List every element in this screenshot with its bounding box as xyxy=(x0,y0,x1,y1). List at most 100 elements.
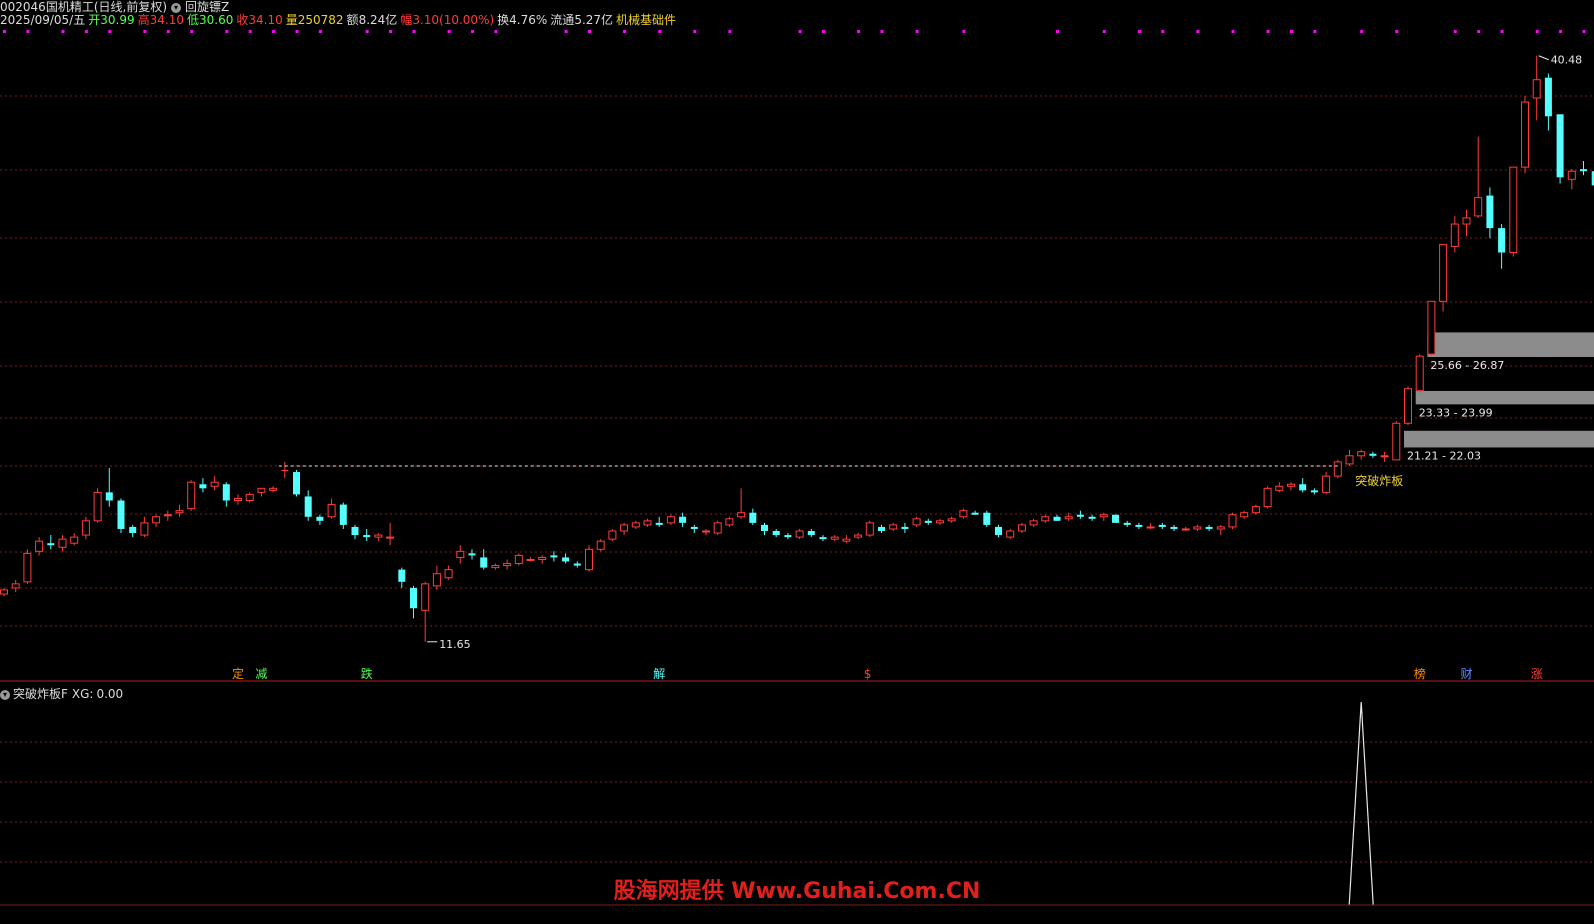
event-markers[interactable]: 定减 跌 解 $ 榜 财 涨 xyxy=(232,666,1543,681)
candle[interactable] xyxy=(819,535,827,542)
candle[interactable] xyxy=(281,461,289,479)
candle[interactable] xyxy=(1228,512,1237,529)
candle[interactable] xyxy=(1263,486,1272,509)
candle[interactable] xyxy=(1380,451,1389,462)
candle[interactable] xyxy=(1427,300,1436,357)
candle[interactable] xyxy=(807,528,815,538)
candle[interactable] xyxy=(526,557,535,562)
candle[interactable] xyxy=(339,502,347,529)
candle[interactable] xyxy=(210,476,219,491)
candle[interactable] xyxy=(129,524,137,538)
candle[interactable] xyxy=(514,553,523,566)
candle[interactable] xyxy=(1275,482,1284,493)
candle[interactable] xyxy=(690,524,698,534)
candle[interactable] xyxy=(1251,504,1260,515)
candle[interactable] xyxy=(1415,354,1424,393)
candle[interactable] xyxy=(187,480,196,511)
candle[interactable] xyxy=(1521,95,1529,174)
candle[interactable] xyxy=(1333,459,1342,479)
candle[interactable] xyxy=(585,545,593,572)
indicator-dropdown-icon[interactable]: ▾ xyxy=(0,689,10,700)
candle[interactable] xyxy=(11,579,20,592)
candle[interactable] xyxy=(573,561,581,568)
candle[interactable] xyxy=(737,488,746,519)
candle[interactable] xyxy=(1299,478,1307,493)
candle[interactable] xyxy=(1310,488,1318,495)
candle[interactable] xyxy=(596,539,605,552)
candle[interactable] xyxy=(1181,526,1190,531)
candle[interactable] xyxy=(1112,514,1119,523)
candle[interactable] xyxy=(947,516,956,523)
candle[interactable] xyxy=(608,528,617,542)
candle[interactable] xyxy=(643,518,652,527)
candle[interactable] xyxy=(631,520,640,529)
event-marker[interactable]: 定 xyxy=(232,666,244,681)
candle[interactable] xyxy=(304,490,312,521)
candle[interactable] xyxy=(1076,510,1084,519)
candle[interactable] xyxy=(1158,522,1166,529)
candle[interactable] xyxy=(199,478,207,493)
candle[interactable] xyxy=(901,522,909,534)
candle[interactable] xyxy=(1053,514,1061,521)
indicator-name[interactable]: 突破炸板F xyxy=(13,687,68,701)
candle[interactable] xyxy=(117,498,125,534)
candle[interactable] xyxy=(959,508,968,519)
candle[interactable] xyxy=(1580,161,1587,176)
event-marker[interactable]: 跌 xyxy=(361,666,373,681)
candle[interactable] xyxy=(269,486,278,493)
candle[interactable] xyxy=(245,492,254,503)
candle[interactable] xyxy=(374,533,383,542)
candle[interactable] xyxy=(1544,73,1552,131)
candle[interactable] xyxy=(878,524,885,534)
candle[interactable] xyxy=(456,545,465,564)
candle[interactable] xyxy=(163,510,172,521)
candle[interactable] xyxy=(679,512,687,527)
candle[interactable] xyxy=(234,494,242,505)
candle[interactable] xyxy=(550,551,558,562)
candle[interactable] xyxy=(444,565,453,580)
candle[interactable] xyxy=(713,520,722,536)
candle[interactable] xyxy=(1135,522,1143,529)
candle[interactable] xyxy=(386,522,395,546)
candle[interactable] xyxy=(1240,510,1249,519)
candle[interactable] xyxy=(842,535,851,544)
candle[interactable] xyxy=(854,533,863,540)
candle[interactable] xyxy=(1404,386,1412,426)
candle[interactable] xyxy=(1474,136,1483,218)
candle[interactable] xyxy=(666,514,675,525)
candle[interactable] xyxy=(1146,522,1155,529)
candle[interactable] xyxy=(830,535,839,542)
candle[interactable] xyxy=(327,498,336,519)
candle[interactable] xyxy=(971,510,979,515)
candle[interactable] xyxy=(702,528,710,536)
candle[interactable] xyxy=(35,537,44,556)
candle[interactable] xyxy=(152,514,161,527)
candle[interactable] xyxy=(398,567,406,588)
candle[interactable] xyxy=(924,518,932,525)
candle[interactable] xyxy=(432,565,441,590)
candle[interactable] xyxy=(1006,528,1015,540)
candle[interactable] xyxy=(105,467,113,507)
candle[interactable] xyxy=(503,559,512,570)
candle[interactable] xyxy=(620,522,629,536)
candle[interactable] xyxy=(257,487,266,497)
candle[interactable] xyxy=(795,528,804,540)
candle[interactable] xyxy=(1392,421,1401,461)
candle[interactable] xyxy=(175,504,184,517)
candle[interactable] xyxy=(140,516,149,538)
candle[interactable] xyxy=(889,522,898,531)
candle[interactable] xyxy=(936,518,944,525)
candle[interactable] xyxy=(1357,449,1366,460)
candle[interactable] xyxy=(222,482,230,507)
event-marker[interactable]: 财 xyxy=(1461,667,1473,681)
candle[interactable] xyxy=(0,587,8,597)
candle[interactable] xyxy=(865,520,874,538)
event-marker[interactable]: $ xyxy=(864,667,872,681)
candle[interactable] xyxy=(1462,209,1471,237)
candle[interactable] xyxy=(58,535,67,552)
candle[interactable] xyxy=(912,516,921,527)
candle[interactable] xyxy=(1567,169,1576,190)
candle[interactable] xyxy=(772,528,780,538)
candle[interactable] xyxy=(1369,451,1377,458)
price-chart[interactable]: 25.66 - 26.8723.33 - 23.9921.21 - 22.03 … xyxy=(0,0,1594,924)
